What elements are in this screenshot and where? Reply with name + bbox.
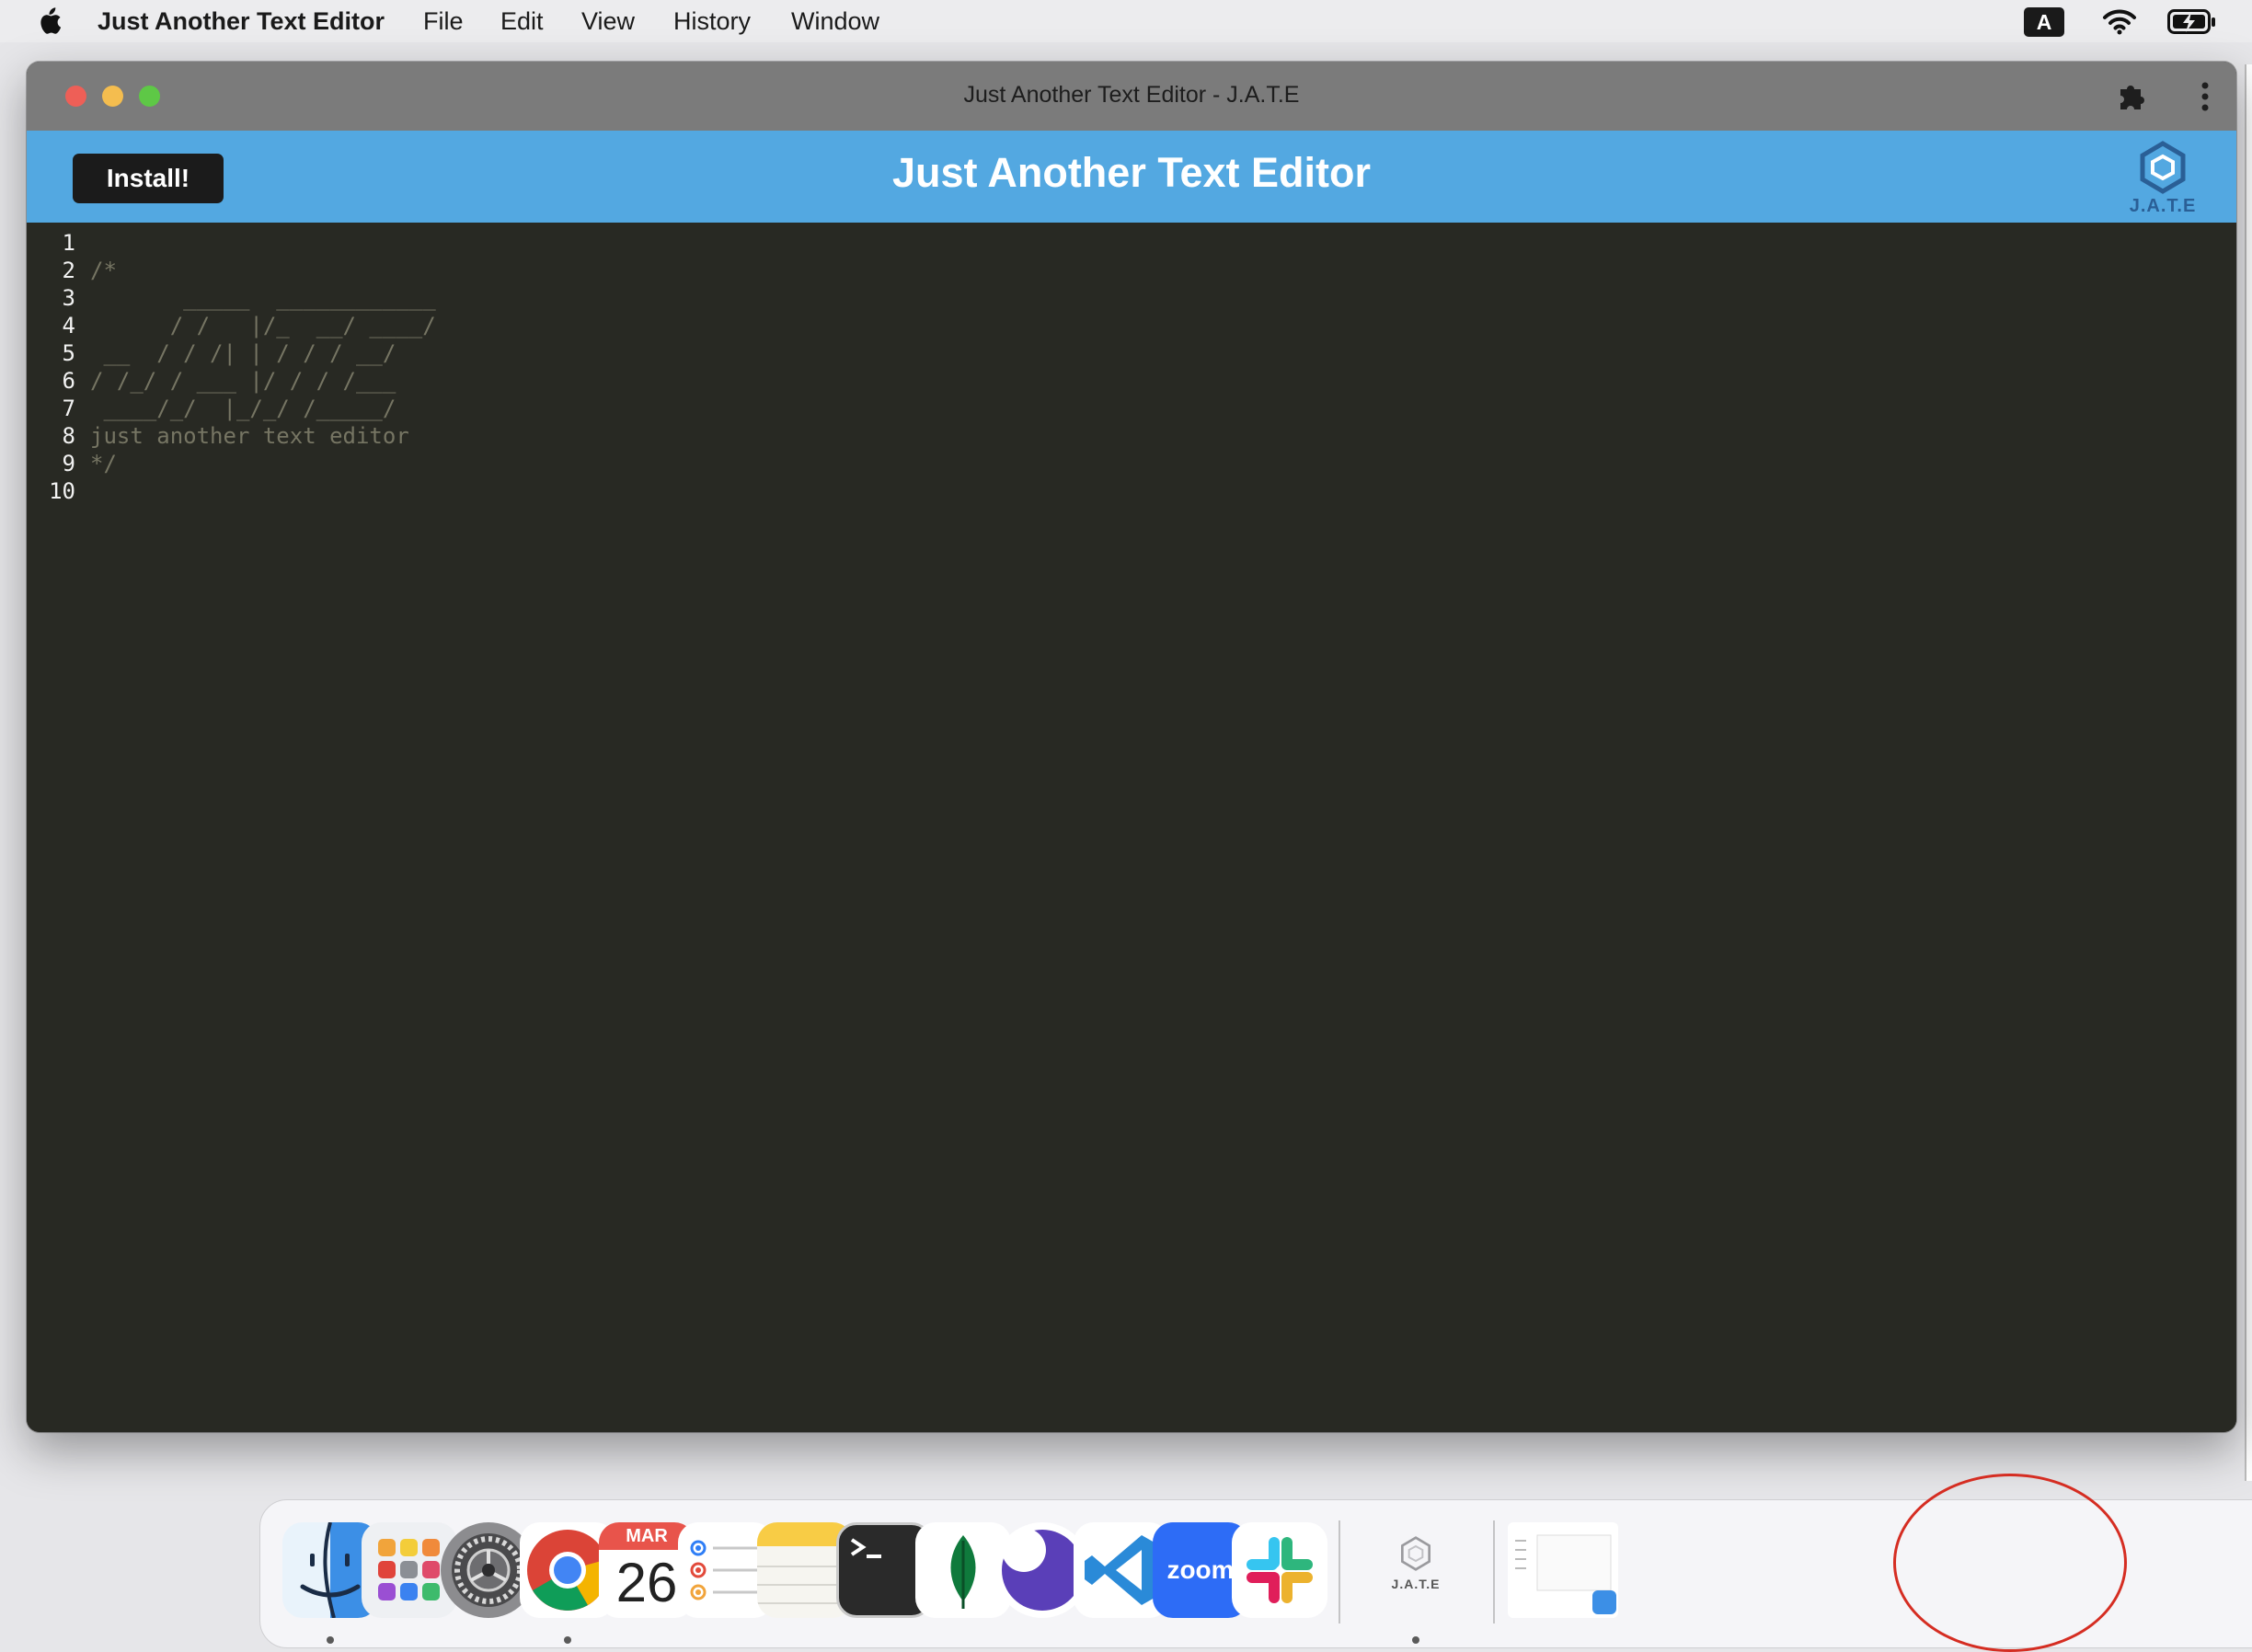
line-text[interactable]: just another text editor: [90, 422, 409, 450]
running-indicator: [327, 1636, 334, 1644]
extensions-puzzle-icon[interactable]: [2115, 80, 2148, 113]
dock-separator: [1493, 1520, 1495, 1623]
dock-separator: [1339, 1520, 1340, 1623]
menu-window[interactable]: Window: [791, 7, 879, 36]
adjacent-window-edge: [2245, 64, 2252, 1481]
line-number: 7: [62, 396, 75, 421]
running-indicator: [564, 1636, 571, 1644]
line-number: 5: [62, 340, 75, 366]
slack-icon[interactable]: [1232, 1522, 1327, 1618]
line-text[interactable]: __ / / /| | / / / __/: [90, 339, 396, 367]
jate-icon[interactable]: J.A.T.E: [1359, 1522, 1473, 1618]
input-source-indicator[interactable]: A: [2024, 7, 2064, 37]
wifi-icon[interactable]: [2101, 7, 2138, 35]
line-text[interactable]: ____/_/ |_/_/ /_____/: [90, 395, 396, 422]
window-titlebar[interactable]: Just Another Text Editor - J.A.T.E: [27, 62, 2236, 131]
line-number: 9: [62, 451, 75, 476]
menu-history[interactable]: History: [673, 7, 751, 36]
jate-logo-icon: [2140, 141, 2186, 194]
line-number: 2: [62, 258, 75, 283]
line-text[interactable]: / /_/ / ___ |/ / / /___: [90, 367, 396, 395]
app-title: Just Another Text Editor: [891, 149, 1372, 196]
menu-edit[interactable]: Edit: [500, 7, 544, 36]
line-text[interactable]: _____ ____________: [90, 284, 436, 312]
line-number: 1: [62, 230, 75, 256]
battery-charging-icon[interactable]: [2167, 9, 2217, 35]
line-number: 4: [62, 313, 75, 338]
jate-dock-label: J.A.T.E: [1391, 1577, 1441, 1591]
logo-text: J.A.T.E: [2129, 196, 2197, 216]
menu-file[interactable]: File: [423, 7, 464, 36]
app-header: Install! Just Another Text Editor J.A.T.…: [27, 131, 2236, 223]
app-window: Just Another Text Editor - J.A.T.E Insta…: [27, 62, 2236, 1432]
menu-app-name[interactable]: Just Another Text Editor: [98, 7, 385, 36]
apple-icon[interactable]: [35, 6, 63, 36]
code-editor[interactable]: 1 2 /* 3 _____ ____________ 4 / / |/_ __/…: [27, 223, 2236, 1432]
menu-view[interactable]: View: [581, 7, 635, 36]
minimized-window-thumbnail[interactable]: [1508, 1522, 1618, 1618]
window-title: Just Another Text Editor - J.A.T.E: [963, 82, 1300, 108]
menu-bar: Just Another Text Editor File Edit View …: [0, 0, 2252, 42]
line-number: 6: [62, 368, 75, 394]
more-options-icon[interactable]: [2200, 80, 2211, 113]
line-text[interactable]: */: [90, 450, 117, 477]
annotation-circle: [1893, 1474, 2127, 1652]
line-text[interactable]: / / |/_ __/ ____/: [90, 312, 436, 339]
line-number: 10: [49, 478, 75, 504]
line-text[interactable]: /*: [90, 257, 117, 284]
zoom-label: zoom: [1166, 1555, 1235, 1584]
line-number: 8: [62, 423, 75, 449]
line-number: 3: [62, 285, 75, 311]
running-indicator: [1412, 1636, 1419, 1644]
jate-logo: J.A.T.E: [2117, 140, 2209, 223]
